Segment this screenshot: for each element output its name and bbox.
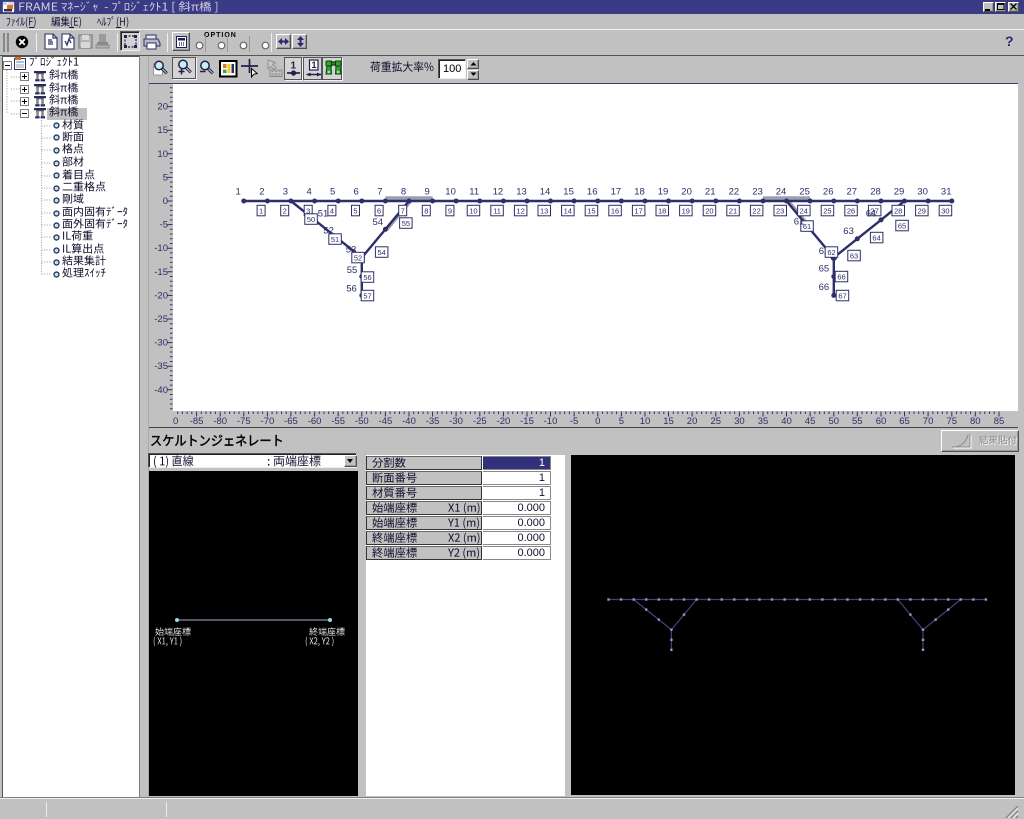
svg-text:1: 1 [291, 61, 297, 72]
svg-text:1: 1 [312, 60, 317, 70]
svg-text:10: 10 [330, 62, 336, 68]
